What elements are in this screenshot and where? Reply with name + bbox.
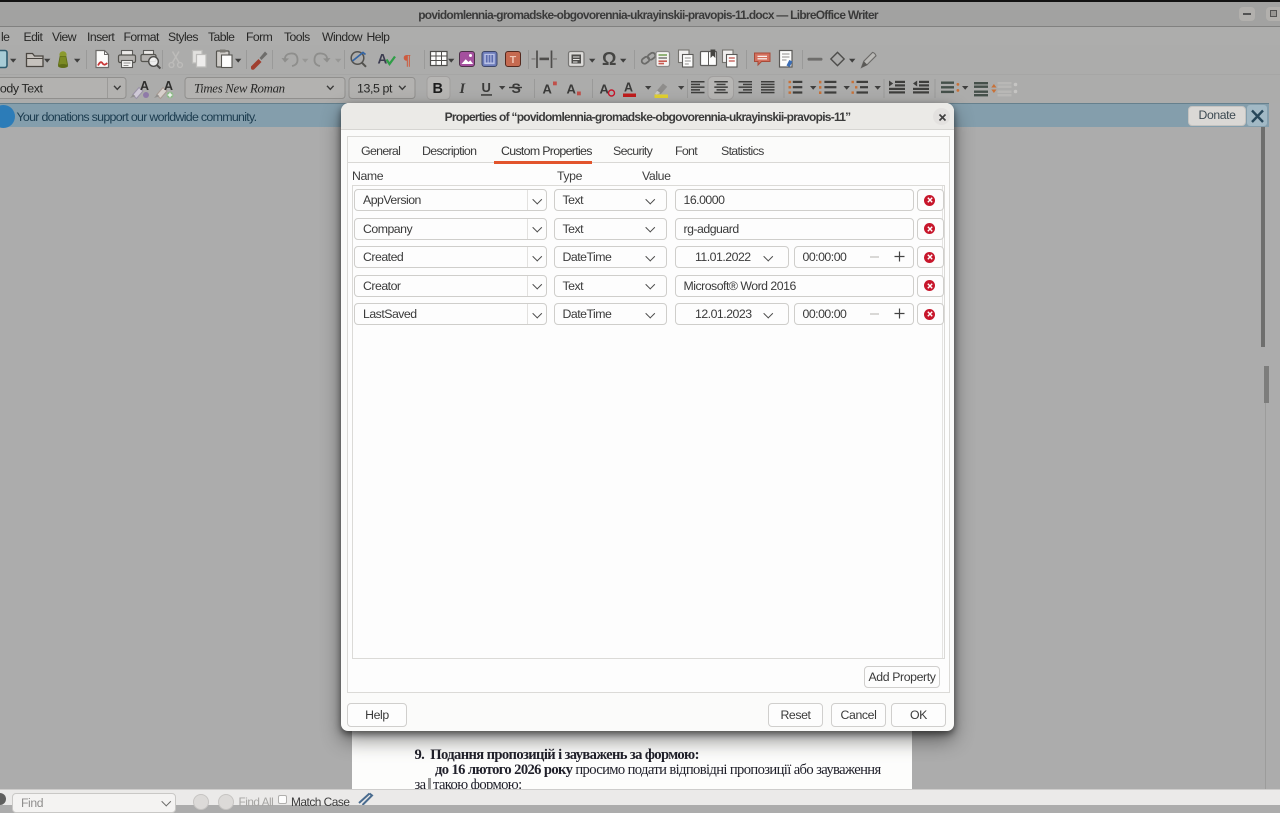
svg-text:¶: ¶ (403, 53, 411, 69)
svg-text:I: I (459, 81, 467, 97)
svg-text:A: A (567, 82, 577, 97)
svg-text:A: A (543, 82, 553, 97)
svg-text:A: A (624, 81, 633, 95)
svg-text:A: A (164, 79, 173, 93)
svg-text:B: B (433, 81, 443, 97)
svg-text:13,5 pt: 13,5 pt (357, 82, 393, 96)
svg-text:U: U (482, 80, 491, 95)
svg-text:A: A (600, 82, 610, 97)
svg-text:A: A (140, 79, 149, 93)
svg-text:A: A (378, 52, 388, 67)
svg-text:T: T (510, 54, 517, 66)
svg-text:Times New Roman: Times New Roman (194, 82, 285, 96)
svg-text:Ω: Ω (602, 49, 616, 69)
svg-text:Body Text: Body Text (0, 82, 44, 96)
